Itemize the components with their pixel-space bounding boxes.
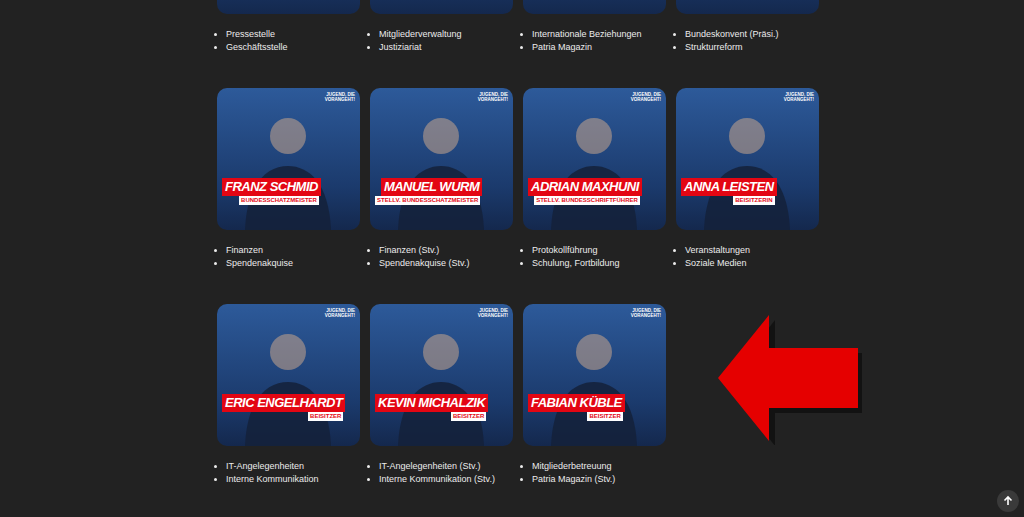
member-name: ADRIAN MAXHUNI [528, 178, 642, 196]
card-logo: JUGEND, DIE VORANGEHT! [313, 92, 355, 102]
duty-item: Strukturreform [685, 41, 819, 54]
duty-item: Geschäftsstelle [226, 41, 360, 54]
member-photo[interactable] [523, 0, 666, 14]
duty-list: VeranstaltungenSoziale Medien [676, 244, 819, 270]
person-photo [217, 304, 360, 446]
member-photo[interactable] [676, 0, 819, 14]
member: PressestelleGeschäftsstelle [217, 0, 360, 54]
duty-item: Schulung, Fortbildung [532, 257, 666, 270]
duty-item: IT-Angelegenheiten (Stv.) [379, 460, 513, 473]
scroll-top-button[interactable] [997, 490, 1019, 512]
member-role: BEISITZER [308, 412, 343, 421]
duty-list: MitgliederbetreuungPatria Magazin (Stv.) [523, 460, 666, 486]
member-name: ERIC ENGELHARDT [222, 394, 345, 412]
duty-item: Patria Magazin (Stv.) [532, 473, 666, 486]
board-row: JUGEND, DIE VORANGEHT! FRANZ SCHMIDBUNDES… [217, 88, 819, 270]
duty-list: IT-AngelegenheitenInterne Kommunikation [217, 460, 360, 486]
duty-item: Veranstaltungen [685, 244, 819, 257]
member: JUGEND, DIE VORANGEHT! ERIC ENGELHARDTBEI… [217, 304, 360, 486]
person-photo [676, 88, 819, 230]
duty-list: PressestelleGeschäftsstelle [217, 28, 360, 54]
member-role: BEISITZER [451, 412, 486, 421]
card-logo: JUGEND, DIE VORANGEHT! [466, 92, 508, 102]
member: Internationale BeziehungenPatria Magazin [523, 0, 666, 54]
duty-item: Internationale Beziehungen [532, 28, 666, 41]
duty-list: FinanzenSpendenakquise [217, 244, 360, 270]
member-photo[interactable]: JUGEND, DIE VORANGEHT! ERIC ENGELHARDTBEI… [217, 304, 360, 446]
duty-item: Spendenakquise [226, 257, 360, 270]
name-banner: KEVIN MICHALZIKBEISITZER [375, 394, 488, 421]
member-name: FRANZ SCHMID [222, 178, 321, 196]
member-role: BEISITZER [587, 412, 622, 421]
duty-list: Bundeskonvent (Präsi.)Strukturreform [676, 28, 819, 54]
duty-item: Justiziariat [379, 41, 513, 54]
member-photo[interactable]: JUGEND, DIE VORANGEHT! ADRIAN MAXHUNISTEL… [523, 88, 666, 230]
name-banner: FRANZ SCHMIDBUNDESSCHATZMEISTER [222, 178, 321, 205]
member: JUGEND, DIE VORANGEHT! ADRIAN MAXHUNISTEL… [523, 88, 666, 270]
member: JUGEND, DIE VORANGEHT! FRANZ SCHMIDBUNDES… [217, 88, 360, 270]
person-photo [523, 88, 666, 230]
name-banner: FABIAN KÜBLEBEISITZER [528, 394, 625, 421]
duty-item: IT-Angelegenheiten [226, 460, 360, 473]
card-logo: JUGEND, DIE VORANGEHT! [619, 92, 661, 102]
board-section: PressestelleGeschäftsstelle Mitgliederver… [217, 0, 819, 486]
duty-item: Finanzen (Stv.) [379, 244, 513, 257]
duty-list: MitgliederverwaltungJustiziariat [370, 28, 513, 54]
member-name: ANNA LEISTEN [681, 178, 777, 196]
card-logo: JUGEND, DIE VORANGEHT! [466, 308, 508, 318]
duty-list: ProtokollführungSchulung, Fortbildung [523, 244, 666, 270]
board-row: PressestelleGeschäftsstelle Mitgliederver… [217, 0, 819, 54]
duty-item: Bundeskonvent (Präsi.) [685, 28, 819, 41]
member-photo[interactable]: JUGEND, DIE VORANGEHT! ANNA LEISTENBEISIT… [676, 88, 819, 230]
duty-item: Finanzen [226, 244, 360, 257]
duty-item: Pressestelle [226, 28, 360, 41]
duty-item: Protokollführung [532, 244, 666, 257]
member-name: FABIAN KÜBLE [528, 394, 625, 412]
member: Bundeskonvent (Präsi.)Strukturreform [676, 0, 819, 54]
duty-item: Interne Kommunikation [226, 473, 360, 486]
arrow-up-icon [1002, 495, 1014, 507]
name-banner: MANUEL WURMSTELLV. BUNDESSCHATZMEISTER [375, 178, 482, 205]
duty-list: Finanzen (Stv.)Spendenakquise (Stv.) [370, 244, 513, 270]
member-role: BUNDESSCHATZMEISTER [239, 196, 319, 205]
member-photo[interactable] [217, 0, 360, 14]
duty-item: Interne Kommunikation (Stv.) [379, 473, 513, 486]
member-role: STELLV. BUNDESSCHRIFTFÜHRER [534, 196, 640, 205]
member-role: STELLV. BUNDESSCHATZMEISTER [375, 196, 480, 205]
person-photo [370, 88, 513, 230]
duty-item: Soziale Medien [685, 257, 819, 270]
card-logo: JUGEND, DIE VORANGEHT! [619, 308, 661, 318]
card-logo: JUGEND, DIE VORANGEHT! [772, 92, 814, 102]
member: JUGEND, DIE VORANGEHT! KEVIN MICHALZIKBEI… [370, 304, 513, 486]
name-banner: ANNA LEISTENBEISITZERIN [681, 178, 777, 205]
member-photo[interactable]: JUGEND, DIE VORANGEHT! FABIAN KÜBLEBEISIT… [523, 304, 666, 446]
name-banner: ADRIAN MAXHUNISTELLV. BUNDESSCHRIFTFÜHRE… [528, 178, 642, 205]
member-photo[interactable]: JUGEND, DIE VORANGEHT! KEVIN MICHALZIKBEI… [370, 304, 513, 446]
duty-item: Mitgliederbetreuung [532, 460, 666, 473]
member-photo[interactable]: JUGEND, DIE VORANGEHT! MANUEL WURMSTELLV.… [370, 88, 513, 230]
member-name: KEVIN MICHALZIK [375, 394, 488, 412]
person-photo [370, 304, 513, 446]
member: JUGEND, DIE VORANGEHT! ANNA LEISTENBEISIT… [676, 88, 819, 270]
card-logo: JUGEND, DIE VORANGEHT! [313, 308, 355, 318]
member: JUGEND, DIE VORANGEHT! MANUEL WURMSTELLV.… [370, 88, 513, 270]
red-arrow-icon [716, 313, 862, 445]
duty-item: Spendenakquise (Stv.) [379, 257, 513, 270]
member-role: BEISITZERIN [733, 196, 774, 205]
duty-list: Internationale BeziehungenPatria Magazin [523, 28, 666, 54]
member: MitgliederverwaltungJustiziariat [370, 0, 513, 54]
member-name: MANUEL WURM [381, 178, 482, 196]
duty-item: Patria Magazin [532, 41, 666, 54]
person-photo [217, 88, 360, 230]
member: JUGEND, DIE VORANGEHT! FABIAN KÜBLEBEISIT… [523, 304, 666, 486]
member-photo[interactable]: JUGEND, DIE VORANGEHT! FRANZ SCHMIDBUNDES… [217, 88, 360, 230]
duty-item: Mitgliederverwaltung [379, 28, 513, 41]
member-photo[interactable] [370, 0, 513, 14]
duty-list: IT-Angelegenheiten (Stv.)Interne Kommuni… [370, 460, 513, 486]
person-photo [523, 304, 666, 446]
name-banner: ERIC ENGELHARDTBEISITZER [222, 394, 345, 421]
board-row: JUGEND, DIE VORANGEHT!ERIC ENGELHARDTBEI… [217, 304, 819, 486]
